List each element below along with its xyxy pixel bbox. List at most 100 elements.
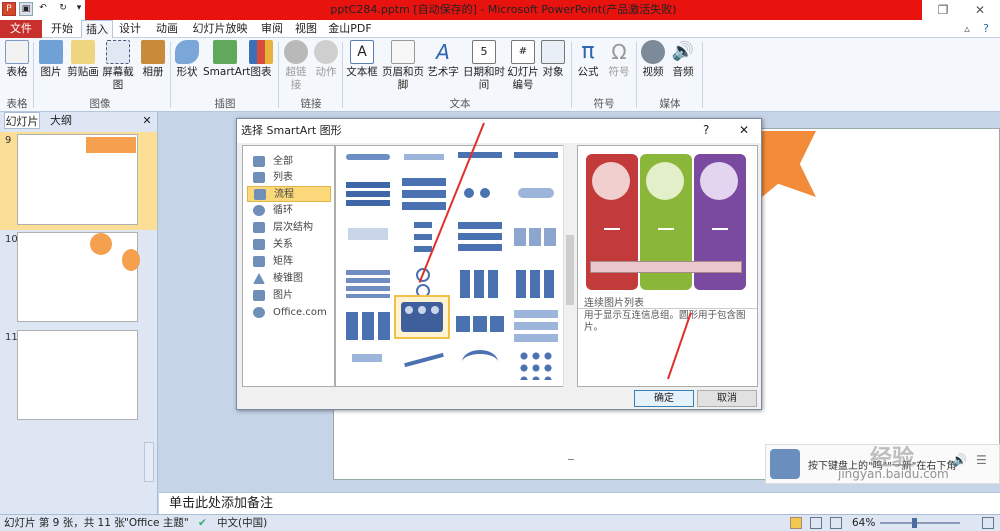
help-icon[interactable]: ? (978, 20, 994, 38)
category-matrix[interactable]: 矩阵 (247, 254, 331, 270)
smartart-button[interactable]: SmartArt (203, 40, 250, 79)
datetime-button[interactable]: 5 日期和时间 (460, 40, 508, 92)
equation-button[interactable]: π 公式 (575, 40, 601, 79)
group-label-symbols: 符号 (593, 98, 615, 110)
reading-view-icon[interactable] (830, 517, 842, 529)
tab-home[interactable]: 开始 (44, 20, 80, 38)
layout-item[interactable] (510, 346, 562, 386)
cycle-icon (253, 205, 265, 216)
tab-slides[interactable]: 幻灯片 (4, 112, 40, 129)
close-window-icon[interactable]: ✕ (966, 0, 994, 20)
slide-thumbnail[interactable] (17, 232, 140, 322)
gallery-scrollbar[interactable] (563, 145, 575, 387)
tab-design[interactable]: 设计 (114, 20, 146, 38)
layout-item[interactable] (454, 306, 506, 346)
tab-view[interactable]: 视图 (290, 20, 322, 38)
help-icon[interactable]: ? (703, 123, 709, 137)
slide-mark (568, 459, 574, 460)
album-button[interactable]: 相册 (140, 40, 166, 79)
shapes-button[interactable]: 形状 (174, 40, 200, 79)
layout-item[interactable] (398, 346, 450, 386)
category-office-com[interactable]: Office.com (247, 305, 331, 321)
table-button[interactable]: 表格 (4, 40, 30, 79)
layout-item[interactable] (510, 218, 562, 258)
spellcheck-icon[interactable]: ✔ (198, 515, 207, 531)
table-icon (5, 40, 29, 64)
layout-item[interactable] (398, 176, 450, 216)
menu-icon[interactable]: ☰ (976, 453, 987, 467)
tab-slideshow[interactable]: 幻灯片放映 (186, 20, 254, 38)
volume-icon[interactable]: 🔊 (952, 453, 967, 467)
layout-item[interactable] (454, 264, 506, 304)
tab-file[interactable]: 文件 (0, 20, 42, 38)
layout-item[interactable] (510, 176, 562, 216)
header-footer-button[interactable]: 页眉和页脚 (379, 40, 427, 92)
save-icon[interactable]: ▣ (19, 2, 33, 16)
textbox-button[interactable]: A 文本框 (346, 40, 378, 79)
slide-thumbnail[interactable] (17, 330, 138, 420)
category-process[interactable]: 流程 (247, 186, 331, 202)
tab-outline[interactable]: 大纲 (46, 112, 76, 129)
layout-item[interactable] (342, 264, 394, 304)
zoom-level[interactable]: 64% (852, 515, 875, 531)
layout-item[interactable] (454, 176, 506, 216)
screenshot-button[interactable]: 屏幕截图 (98, 40, 138, 92)
tab-kingsoft-pdf[interactable]: 金山PDF (324, 20, 376, 38)
category-all[interactable]: 全部 (247, 154, 331, 170)
cancel-button[interactable]: 取消 (697, 390, 757, 407)
wordart-button[interactable]: A 艺术字 (427, 40, 459, 79)
tab-review[interactable]: 审阅 (256, 20, 288, 38)
chart-button[interactable]: 图表 (249, 40, 273, 79)
language[interactable]: 中文(中国) (217, 515, 267, 531)
layout-item[interactable] (454, 218, 506, 258)
layout-item[interactable] (510, 264, 562, 304)
hyperlink-button[interactable]: 超链接 (282, 40, 310, 92)
close-panel-icon[interactable]: ✕ (140, 112, 154, 129)
redo-icon[interactable]: ↻ (56, 2, 70, 16)
group-label-media: 媒体 (659, 98, 681, 110)
picture-button[interactable]: 图片 (38, 40, 64, 79)
notes-pane[interactable]: 单击此处添加备注 (159, 492, 1000, 514)
zoom-slider[interactable] (880, 522, 960, 524)
fit-window-icon[interactable] (982, 517, 994, 529)
category-picture[interactable]: 图片 (247, 288, 331, 304)
tab-insert[interactable]: 插入 (81, 20, 113, 38)
close-icon[interactable]: ✕ (739, 123, 749, 137)
album-icon (141, 40, 165, 64)
ribbon: 表格 图片 剪贴画 屏幕截图 相册 形状 SmartArt 图表 超链接 动作 … (0, 38, 1000, 112)
dialog-title: 选择 SmartArt 图形 (237, 119, 761, 143)
audio-button[interactable]: 🔊 音频 (670, 40, 696, 79)
undo-icon[interactable]: ↶ (36, 2, 50, 16)
category-hierarchy[interactable]: 层次结构 (247, 220, 331, 236)
layout-item[interactable] (342, 306, 394, 346)
normal-view-icon[interactable] (790, 517, 802, 529)
object-button[interactable]: 对象 (541, 40, 565, 79)
symbol-button[interactable]: Ω 符号 (606, 40, 632, 79)
category-cycle[interactable]: 循环 (247, 203, 331, 219)
process-icon (254, 189, 266, 200)
video-button[interactable]: 视频 (640, 40, 666, 79)
minimize-ribbon-icon[interactable]: ▵ (960, 20, 974, 38)
action-button[interactable]: 动作 (313, 40, 339, 79)
panel-scrollbar[interactable] (144, 442, 154, 482)
layout-item[interactable] (342, 176, 394, 216)
tab-animation[interactable]: 动画 (148, 20, 186, 38)
customize-qat-icon[interactable]: ▾ (72, 2, 86, 16)
layout-item[interactable] (342, 218, 394, 258)
theme-name[interactable]: "Office 主题" (124, 515, 189, 531)
layout-item[interactable] (510, 306, 562, 346)
zoom-slider-thumb[interactable] (912, 518, 917, 528)
ok-button[interactable]: 确定 (634, 390, 694, 407)
layout-item[interactable] (454, 346, 506, 386)
layout-item-selected[interactable] (394, 295, 450, 339)
matrix-icon (253, 256, 265, 267)
restore-icon[interactable]: ❐ (929, 0, 957, 20)
slide-thumbnail[interactable] (17, 134, 138, 225)
category-pyramid[interactable]: 棱锥图 (247, 271, 331, 287)
slide-number-button[interactable]: # 幻灯片编号 (507, 40, 539, 92)
category-relationship[interactable]: 关系 (247, 237, 331, 253)
layout-item[interactable] (342, 346, 394, 386)
clipart-button[interactable]: 剪贴画 (67, 40, 99, 79)
sorter-view-icon[interactable] (810, 517, 822, 529)
category-list-item[interactable]: 列表 (247, 170, 331, 186)
